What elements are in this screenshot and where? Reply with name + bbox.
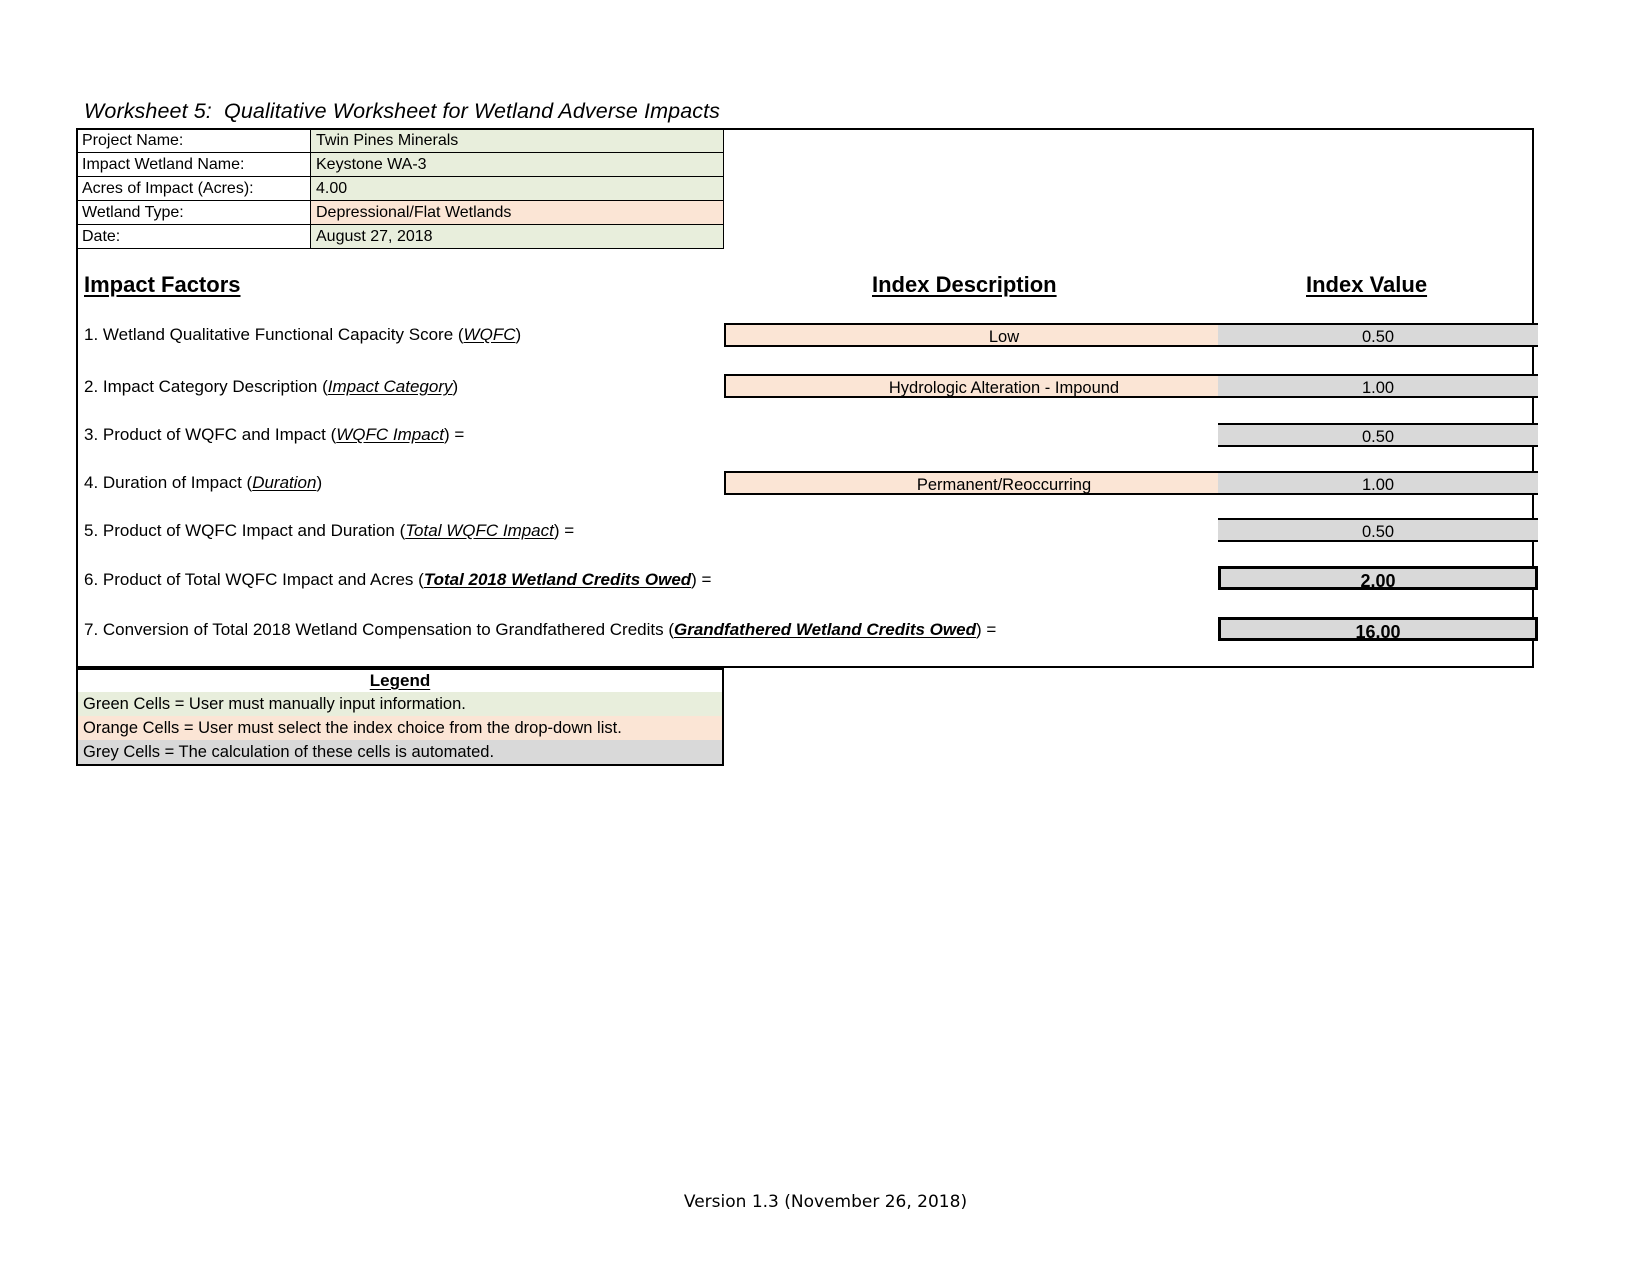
legend-title: Legend bbox=[78, 670, 722, 692]
index-value-cell-7: 16.00 bbox=[1218, 617, 1538, 642]
table-row: Date: August 27, 2018 bbox=[76, 224, 724, 249]
index-value-cell-1: 0.50 bbox=[1218, 323, 1538, 347]
info-label-project-name: Project Name: bbox=[76, 128, 311, 153]
column-header-index-value: Index Value bbox=[1306, 272, 1428, 297]
factor-text-3-after: ) = bbox=[443, 425, 465, 444]
factor-text-7-before: 7. Conversion of Total 2018 Wetland Comp… bbox=[84, 620, 674, 639]
factor-text-4-after: ) bbox=[316, 473, 323, 492]
factor-text-6-after: ) = bbox=[691, 570, 712, 589]
factor-label-2: 2. Impact Category Description (Impact C… bbox=[84, 378, 458, 395]
index-description-cell-2[interactable]: Hydrologic Alteration - Impound bbox=[724, 374, 1284, 398]
factor-term-6: Total 2018 Wetland Credits Owed bbox=[423, 570, 692, 589]
factor-label-7: 7. Conversion of Total 2018 Wetland Comp… bbox=[84, 621, 996, 638]
column-header-index-description: Index Description bbox=[872, 272, 1057, 297]
factor-label-4: 4. Duration of Impact (Duration) bbox=[84, 474, 322, 491]
project-info-table: Project Name: Twin Pines Minerals Impact… bbox=[76, 128, 724, 249]
table-row: Project Name: Twin Pines Minerals bbox=[76, 128, 724, 153]
index-description-cell-1[interactable]: Low bbox=[724, 323, 1284, 347]
factor-label-1: 1. Wetland Qualitative Functional Capaci… bbox=[84, 326, 521, 343]
info-value-project-name[interactable]: Twin Pines Minerals bbox=[310, 128, 724, 153]
column-header-impact-factors: Impact Factors bbox=[84, 272, 241, 297]
factor-term-5: Total WQFC Impact bbox=[405, 521, 554, 540]
index-value-cell-3: 0.50 bbox=[1218, 423, 1538, 447]
info-label-impact-wetland-name: Impact Wetland Name: bbox=[76, 152, 311, 177]
factor-term-3: WQFC Impact bbox=[336, 425, 444, 444]
info-label-wetland-type: Wetland Type: bbox=[76, 200, 311, 225]
table-row: Impact Wetland Name: Keystone WA-3 bbox=[76, 152, 724, 177]
info-value-acres-of-impact[interactable]: 4.00 bbox=[310, 176, 724, 201]
factor-text-2-before: 2. Impact Category Description ( bbox=[84, 377, 328, 396]
factor-label-6: 6. Product of Total WQFC Impact and Acre… bbox=[84, 571, 711, 588]
index-value-cell-6: 2.00 bbox=[1218, 566, 1538, 591]
factor-text-7-after: ) = bbox=[975, 620, 997, 639]
info-value-wetland-type[interactable]: Depressional/Flat Wetlands bbox=[310, 200, 724, 225]
factor-text-5-before: 5. Product of WQFC Impact and Duration ( bbox=[84, 521, 406, 540]
info-value-date[interactable]: August 27, 2018 bbox=[310, 224, 724, 249]
index-value-cell-4: 1.00 bbox=[1218, 471, 1538, 495]
legend-row-grey: Grey Cells = The calculation of these ce… bbox=[78, 740, 722, 764]
factor-text-6-before: 6. Product of Total WQFC Impact and Acre… bbox=[84, 570, 424, 589]
factor-term-2: Impact Category bbox=[327, 377, 453, 396]
factor-label-5: 5. Product of WQFC Impact and Duration (… bbox=[84, 522, 574, 539]
factor-term-1: WQFC bbox=[463, 325, 516, 344]
index-value-cell-5: 0.50 bbox=[1218, 518, 1538, 542]
info-label-acres-of-impact: Acres of Impact (Acres): bbox=[76, 176, 311, 201]
factor-label-3: 3. Product of WQFC and Impact (WQFC Impa… bbox=[84, 426, 464, 443]
factor-text-4-before: 4. Duration of Impact ( bbox=[84, 473, 253, 492]
factor-term-7: Grandfathered Wetland Credits Owed bbox=[674, 620, 976, 639]
factor-text-1-before: 1. Wetland Qualitative Functional Capaci… bbox=[84, 325, 464, 344]
legend-row-orange: Orange Cells = User must select the inde… bbox=[78, 716, 722, 740]
factor-text-1-after: ) bbox=[515, 325, 522, 344]
legend: Legend Green Cells = User must manually … bbox=[76, 668, 724, 766]
factor-text-3-before: 3. Product of WQFC and Impact ( bbox=[84, 425, 337, 444]
table-row: Acres of Impact (Acres): 4.00 bbox=[76, 176, 724, 201]
factor-term-4: Duration bbox=[252, 473, 317, 492]
legend-row-green: Green Cells = User must manually input i… bbox=[78, 692, 722, 716]
page-title: Worksheet 5: Qualitative Worksheet for W… bbox=[84, 99, 721, 123]
factor-text-5-after: ) = bbox=[553, 521, 575, 540]
info-value-impact-wetland-name[interactable]: Keystone WA-3 bbox=[310, 152, 724, 177]
factor-text-2-after: ) bbox=[452, 377, 459, 396]
info-label-date: Date: bbox=[76, 224, 311, 249]
index-value-cell-2: 1.00 bbox=[1218, 374, 1538, 398]
table-row: Wetland Type: Depressional/Flat Wetlands bbox=[76, 200, 724, 225]
footer-version: Version 1.3 (November 26, 2018) bbox=[683, 1192, 968, 1212]
index-description-cell-4[interactable]: Permanent/Reoccurring bbox=[724, 471, 1284, 495]
